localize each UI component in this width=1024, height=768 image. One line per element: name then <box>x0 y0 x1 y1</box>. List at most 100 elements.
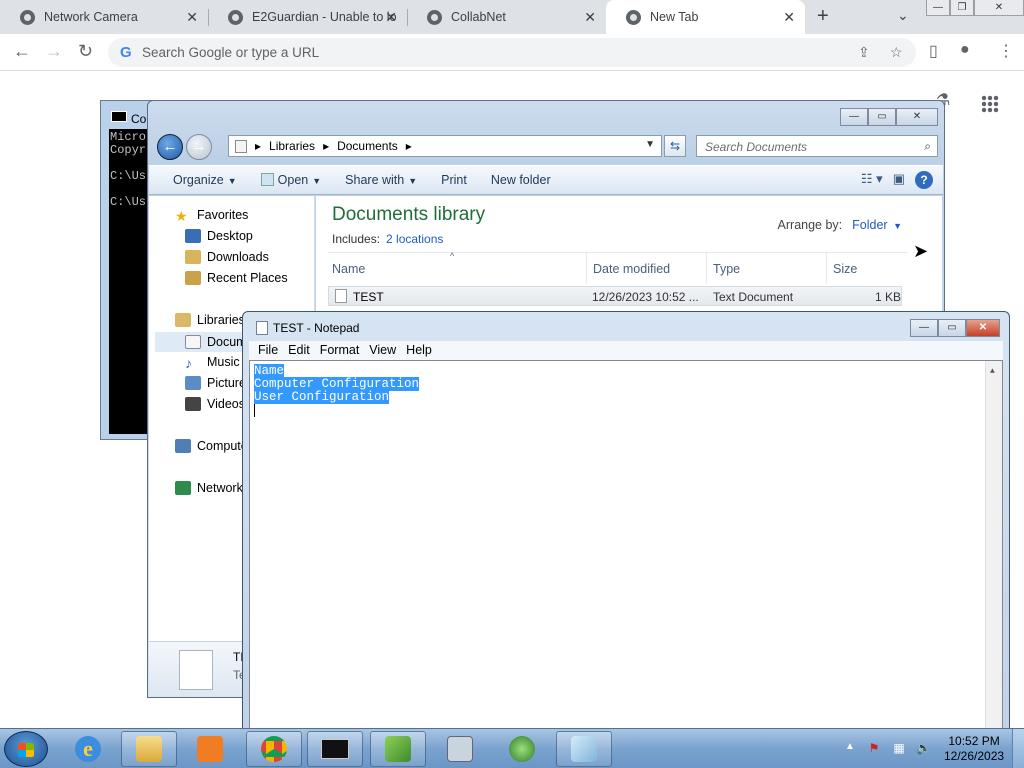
nav-network[interactable]: Network <box>175 481 243 495</box>
help-icon[interactable]: ? <box>915 171 933 189</box>
nav-libraries[interactable]: Libraries <box>175 313 245 327</box>
breadcrumb-separator: ▸ <box>405 139 412 153</box>
back-button[interactable]: ← <box>157 134 183 160</box>
refresh-icon[interactable]: ⇆ <box>664 135 686 157</box>
organize-button[interactable]: Organize ▼ <box>173 173 237 187</box>
address-dropdown-icon[interactable]: ▼ <box>645 139 655 150</box>
minimize-button[interactable]: — <box>910 319 938 337</box>
nav-item-recent-places[interactable]: Recent Places <box>185 271 288 285</box>
nav-item-pictures[interactable]: Picture <box>185 376 246 390</box>
volume-muted-icon[interactable]: 🔈 <box>916 741 931 755</box>
close-icon[interactable]: ✕ <box>186 9 198 26</box>
nav-item-desktop[interactable]: Desktop <box>185 229 253 243</box>
search-documents-input[interactable]: Search Documents ⌕ <box>696 135 938 157</box>
column-divider[interactable] <box>826 253 827 283</box>
close-icon[interactable]: ✕ <box>584 9 596 26</box>
cmd-icon <box>111 111 127 122</box>
taskbar-notepad[interactable] <box>556 731 612 767</box>
menu-help[interactable]: Help <box>406 341 432 360</box>
nav-label: Network <box>197 481 243 495</box>
column-header-date-modified[interactable]: Date modified <box>593 262 670 276</box>
nav-item-videos[interactable]: Videos <box>185 397 245 411</box>
taskbar-command-prompt[interactable] <box>307 731 363 767</box>
taskbar-chrome[interactable] <box>246 731 302 767</box>
side-panel-icon[interactable]: ▯ <box>929 41 938 61</box>
column-divider[interactable] <box>586 253 587 283</box>
scroll-up-arrow-icon[interactable]: ▲ <box>990 365 995 378</box>
taskbar-internet-explorer[interactable]: e <box>60 731 116 767</box>
menu-edit[interactable]: Edit <box>288 341 310 360</box>
omnibox-placeholder[interactable]: Search Google or type a URL <box>142 45 319 60</box>
breadcrumb-documents[interactable]: Documents <box>337 139 398 153</box>
vertical-scrollbar[interactable]: ▲ <box>985 361 1002 729</box>
nav-item-downloads[interactable]: Downloads <box>185 250 269 264</box>
preview-pane-icon[interactable]: ▣ <box>893 171 905 189</box>
menu-view[interactable]: View <box>369 341 396 360</box>
star-icon: ★ <box>175 208 188 224</box>
taskbar-windows-update[interactable] <box>494 731 550 767</box>
selected-text-line: User Configuration <box>254 390 390 404</box>
taskbar-explorer[interactable] <box>121 731 177 767</box>
new-folder-button[interactable]: New folder <box>491 173 551 187</box>
chevron-down-icon: ▼ <box>312 176 322 186</box>
column-header-name[interactable]: Name <box>332 262 365 276</box>
google-apps-icon[interactable] <box>981 95 999 113</box>
breadcrumb-libraries[interactable]: Libraries <box>269 139 315 153</box>
menu-format[interactable]: Format <box>320 341 360 360</box>
nav-item-music[interactable]: ♪ Music <box>185 355 240 371</box>
network-tray-icon[interactable]: ▦ <box>892 741 906 755</box>
open-button[interactable]: Open ▼ <box>260 173 322 187</box>
column-header-size[interactable]: Size <box>833 262 857 276</box>
open-label: Open <box>277 173 309 187</box>
maximize-button[interactable]: ▭ <box>868 108 896 126</box>
share-with-button[interactable]: Share with ▼ <box>345 173 417 187</box>
close-button[interactable]: ✕ <box>896 108 938 126</box>
system-clock[interactable]: 10:52 PM 12/26/2023 <box>944 734 1004 764</box>
taskbar-calculator[interactable] <box>432 731 488 767</box>
start-button[interactable] <box>4 731 48 767</box>
notepad-icon <box>260 173 274 186</box>
profile-avatar-icon[interactable]: ● <box>960 41 970 59</box>
share-icon[interactable]: ⇪ <box>858 44 870 61</box>
tab-e2guardian[interactable]: E2Guardian - Unable to lo ✕ <box>208 0 407 34</box>
tab-search-chevron-icon[interactable]: ⌄ <box>897 7 909 24</box>
change-view-icon[interactable]: ☷ ▾ <box>861 171 883 189</box>
back-arrow-icon[interactable]: ← <box>13 41 31 62</box>
menu-kebab-icon[interactable]: ⋮ <box>998 41 1014 61</box>
menu-file[interactable]: File <box>258 341 278 360</box>
selected-text-line: Name <box>254 364 285 378</box>
print-button[interactable]: Print <box>441 173 467 187</box>
show-hidden-icons-icon[interactable]: ▲ <box>845 741 855 752</box>
maximize-button[interactable]: ▭ <box>938 319 966 337</box>
action-center-flag-icon[interactable]: ⚑ <box>867 741 881 755</box>
column-header-type[interactable]: Type <box>713 262 740 276</box>
includes-locations-link[interactable]: 2 locations <box>386 232 443 246</box>
reload-icon[interactable]: ↻ <box>78 41 93 62</box>
minimize-button[interactable]: — <box>840 108 868 126</box>
forward-button[interactable]: → <box>186 134 212 160</box>
file-row[interactable]: TEST 12/26/2023 10:52 ... Text Document … <box>328 286 902 306</box>
restore-button[interactable]: ❐ <box>950 0 974 16</box>
tab-new-tab[interactable]: New Tab ✕ <box>606 0 805 34</box>
omnibox[interactable]: G Search Google or type a URL ⇪ ☆ <box>108 38 916 67</box>
arrange-by-dropdown[interactable]: Folder ▼ <box>852 218 902 232</box>
show-desktop-button[interactable] <box>1012 729 1024 768</box>
new-tab-button[interactable]: + <box>817 5 829 28</box>
nav-computer[interactable]: Compute <box>175 439 248 453</box>
nav-favorites[interactable]: ★ Favorites <box>175 208 248 224</box>
column-divider[interactable] <box>706 253 707 283</box>
taskbar-media-player[interactable] <box>182 731 238 767</box>
close-icon[interactable]: ✕ <box>783 9 795 26</box>
tab-network-camera[interactable]: Network Camera ✕ <box>0 0 208 34</box>
tab-title: E2Guardian - Unable to lo <box>252 10 397 24</box>
taskbar-notepad-plus[interactable] <box>370 731 426 767</box>
close-icon[interactable]: ✕ <box>385 9 397 26</box>
bookmark-star-icon[interactable]: ☆ <box>890 44 903 61</box>
address-bar[interactable]: ▸ Libraries ▸ Documents ▸ ▼ <box>228 135 662 157</box>
forward-arrow-icon[interactable]: → <box>45 41 63 62</box>
close-button[interactable]: ✕ <box>966 319 1000 337</box>
tab-collabnet[interactable]: CollabNet ✕ <box>407 0 606 34</box>
minimize-button[interactable]: — <box>926 0 950 16</box>
notepad-text-area[interactable]: Name Computer Configuration User Configu… <box>249 360 1003 730</box>
close-window-button[interactable]: ✕ <box>974 0 1024 16</box>
